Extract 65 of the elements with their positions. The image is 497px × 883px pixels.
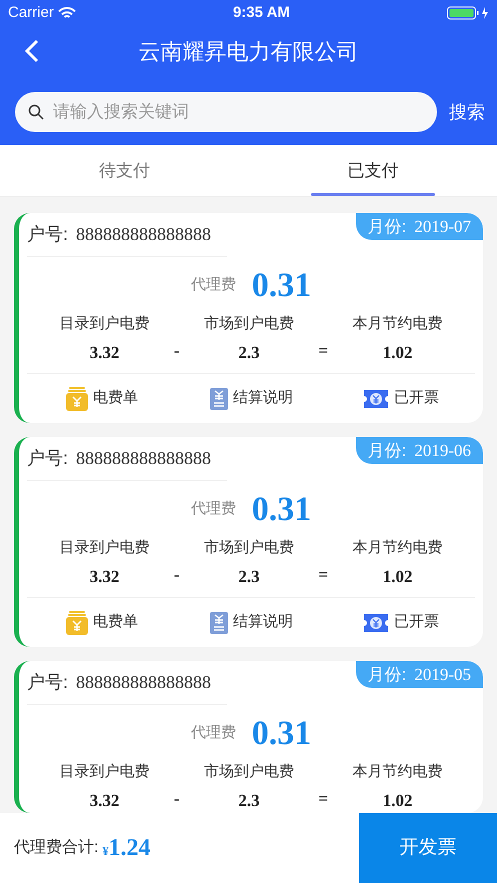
- amount-label: 本月节约电费: [352, 538, 443, 558]
- fee-value: 0.31: [252, 714, 312, 754]
- battery-icon: [447, 6, 489, 20]
- operator-sign: -: [174, 788, 180, 810]
- fee-label: 代理费: [190, 274, 236, 295]
- tab[interactable]: 已支付: [248, 145, 497, 196]
- card-action-link[interactable]: 已开票: [326, 611, 475, 634]
- account-number: 888888888888888: [76, 447, 212, 470]
- wallet-icon: [65, 610, 90, 636]
- document-icon: [208, 386, 229, 410]
- amount-label: 市场到户电费: [204, 538, 294, 558]
- total-label: 代理费合计:: [14, 838, 98, 858]
- account-label: 户号:: [27, 671, 68, 694]
- status-time: 9:35 AM: [232, 2, 290, 23]
- amount-value: 2.3: [238, 790, 260, 812]
- search-field[interactable]: 请输入搜索关键词: [15, 92, 437, 132]
- document-icon: [208, 610, 229, 634]
- carrier-label: Carrier: [8, 2, 54, 23]
- amount-label: 目录到户电费: [59, 314, 150, 334]
- fee-label: 代理费: [190, 722, 236, 743]
- fee-label: 代理费: [190, 498, 236, 519]
- operator-sign: =: [318, 788, 328, 810]
- fee-value: 0.31: [252, 490, 312, 530]
- amount-label: 本月节约电费: [352, 762, 443, 782]
- operator-sign: -: [174, 564, 180, 586]
- amount-value: 2.3: [238, 566, 260, 588]
- amount-value: 3.32: [90, 566, 120, 588]
- back-icon[interactable]: [24, 39, 40, 63]
- card-action-link[interactable]: 电费单: [27, 610, 176, 636]
- tab[interactable]: 待支付: [0, 145, 248, 196]
- account-label: 户号:: [27, 447, 68, 470]
- operator-sign: =: [318, 564, 328, 586]
- amount-label: 目录到户电费: [59, 762, 150, 782]
- amount-value: 3.32: [90, 790, 120, 812]
- ticket-icon: [362, 388, 390, 410]
- month-badge: 月份: 2019-05: [356, 661, 483, 688]
- search-icon: [28, 104, 44, 120]
- wifi-icon: [58, 6, 76, 20]
- amount-value: 2.3: [238, 342, 260, 364]
- month-badge: 月份: 2019-06: [356, 437, 483, 464]
- account-label: 户号:: [27, 223, 68, 246]
- total-amount: ¥1.24: [102, 834, 150, 863]
- invoice-button[interactable]: 开发票: [359, 813, 497, 883]
- operator-sign: -: [174, 340, 180, 362]
- amount-value: 1.02: [382, 790, 412, 812]
- wallet-icon: [65, 386, 90, 412]
- account-number: 888888888888888: [76, 671, 212, 694]
- page-title: 云南耀昇电力有限公司: [138, 38, 358, 66]
- month-badge: 月份: 2019-07: [356, 213, 483, 240]
- amount-value: 1.02: [382, 342, 412, 364]
- card-action-link[interactable]: 结算说明: [176, 386, 326, 410]
- search-button[interactable]: 搜索: [449, 98, 485, 126]
- amount-label: 本月节约电费: [352, 314, 443, 334]
- ticket-icon: [362, 612, 390, 634]
- amount-value: 3.32: [90, 342, 120, 364]
- fee-value: 0.31: [252, 266, 312, 306]
- card-action-link[interactable]: 已开票: [326, 387, 475, 410]
- card-action-link[interactable]: 电费单: [27, 386, 176, 412]
- amount-value: 1.02: [382, 566, 412, 588]
- account-number: 888888888888888: [76, 223, 212, 246]
- operator-sign: =: [318, 340, 328, 362]
- amount-label: 市场到户电费: [204, 314, 294, 334]
- amount-label: 目录到户电费: [59, 538, 150, 558]
- card-action-link[interactable]: 结算说明: [176, 610, 326, 634]
- amount-label: 市场到户电费: [204, 762, 294, 782]
